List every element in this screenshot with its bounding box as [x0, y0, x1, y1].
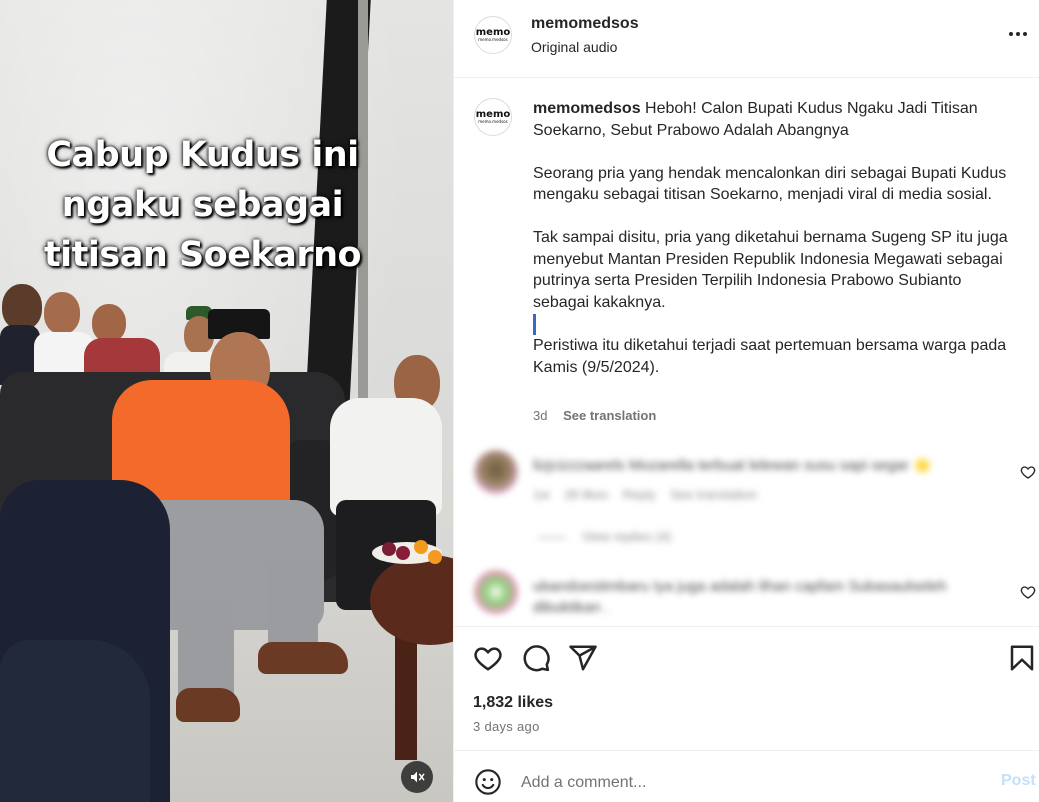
post-comment-button[interactable]: Post	[1001, 772, 1036, 790]
comment-text: lizjcizzzaarels Mozarella terbuat lelewa…	[533, 457, 932, 474]
caption-paragraph: Peristiwa itu diketahui terjadi saat per…	[533, 337, 1007, 376]
bookmark-icon[interactable]	[1007, 643, 1037, 673]
foreground-person	[0, 640, 150, 802]
fruit	[382, 542, 396, 556]
comment-avatar[interactable]	[474, 450, 518, 494]
mute-button[interactable]	[401, 761, 433, 793]
more-dot	[1016, 32, 1020, 36]
overlay-line: Cabup Kudus ini	[46, 135, 359, 175]
post-header: memo memo.medsos memomedsos Original aud…	[454, 0, 1039, 78]
fruit	[428, 550, 442, 564]
comment-meta: 1w 28 likes Reply See translation	[533, 487, 758, 502]
speaker-muted-icon	[411, 771, 425, 783]
original-audio-link[interactable]: Original audio	[531, 39, 617, 55]
comment-avatar[interactable]	[474, 570, 518, 614]
video-overlay-text: Cabup Kudus ini ngaku sebagai titisan So…	[0, 130, 405, 280]
emoji-icon[interactable]	[474, 768, 502, 796]
caption: memo memo.medsos memomedsos Heboh! Calon…	[454, 78, 1039, 438]
see-translation-link[interactable]: See translation	[563, 408, 656, 423]
like-count[interactable]: 1,832 likes	[473, 694, 553, 712]
post-media[interactable]: Cabup Kudus ini ngaku sebagai titisan So…	[0, 0, 453, 802]
post-panel: memo memo.medsos memomedsos Original aud…	[453, 0, 1039, 802]
overlay-line: ngaku sebagai	[61, 185, 344, 225]
caption-username[interactable]: memomedsos	[533, 100, 641, 117]
caption-paragraph: Seorang pria yang hendak mencalonkan dir…	[533, 164, 1007, 204]
more-options-button[interactable]	[1003, 23, 1033, 45]
overlay-line: titisan Soekarno	[43, 235, 362, 275]
memo-logo: memo memo.medsos	[475, 109, 511, 125]
comment-input[interactable]	[521, 772, 981, 794]
post-actions: 1,832 likes 3 days ago	[454, 626, 1039, 750]
comment-like-icon[interactable]	[1020, 584, 1036, 600]
fruit	[414, 540, 428, 554]
post-time[interactable]: 3 days ago	[473, 719, 540, 734]
view-replies-link[interactable]: View replies (4)	[538, 529, 671, 544]
add-comment-bar: Post	[454, 750, 1039, 802]
text-cursor-line	[533, 313, 1013, 335]
caption-time: 3d	[533, 408, 548, 423]
caption-paragraph: Tak sampai disitu, pria yang diketahui b…	[533, 229, 1008, 311]
avatar[interactable]: memo memo.medsos	[474, 16, 512, 54]
share-icon[interactable]	[568, 643, 598, 673]
comment-text: ubandoestimbaru Iya juga adalah lihan ca…	[533, 578, 947, 616]
comment-like-icon[interactable]	[1020, 464, 1036, 480]
fruit	[396, 546, 410, 560]
caption-text: memomedsos Heboh! Calon Bupati Kudus Nga…	[533, 98, 1013, 378]
heart-icon[interactable]	[473, 643, 503, 673]
comment-icon[interactable]	[521, 643, 551, 673]
more-dot	[1023, 32, 1027, 36]
caption-avatar[interactable]: memo memo.medsos	[474, 98, 512, 136]
username[interactable]: memomedsos	[531, 15, 639, 33]
more-dot	[1009, 32, 1013, 36]
comments-list: lizjcizzzaarels Mozarella terbuat lelewa…	[454, 440, 1039, 626]
caption-meta: 3d See translation	[533, 408, 656, 423]
memo-logo: memo memo.medsos	[475, 27, 511, 43]
